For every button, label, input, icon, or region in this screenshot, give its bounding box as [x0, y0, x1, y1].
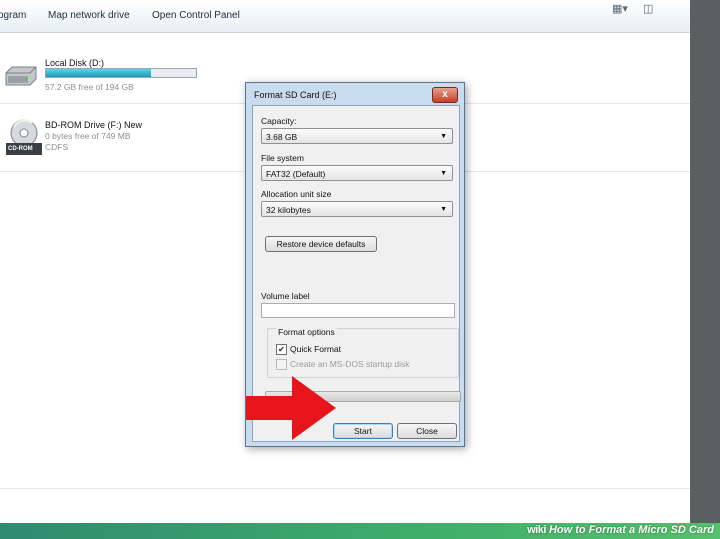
capacity-label: Capacity: [261, 116, 297, 126]
file-system-label: File system [261, 153, 304, 163]
toolbar-program-item[interactable]: ogram [0, 10, 26, 21]
banner-title: How to Format a Micro SD Card [548, 524, 714, 536]
drive-usage-bar [45, 68, 197, 78]
quick-format-checkbox[interactable]: ✔ [276, 344, 287, 355]
cdrom-icon-label: CD-ROM [8, 146, 33, 152]
restore-defaults-button[interactable]: Restore device defaults [265, 236, 377, 252]
capacity-value: 3.68 GB [266, 132, 298, 142]
banner-caption: wiki How to Format a Micro SD Card [527, 524, 714, 536]
chevron-down-icon: ▼ [440, 133, 447, 140]
hard-disk-icon [4, 65, 38, 92]
drive-local-disk-d[interactable]: Local Disk (D:) 57.2 GB free of 194 GB [0, 55, 230, 115]
drive-name: BD-ROM Drive (F:) New [45, 120, 142, 130]
drive-free-space: 57.2 GB free of 194 GB [45, 82, 134, 92]
map-network-drive-button[interactable]: Map network drive [48, 10, 130, 21]
dialog-title: Format SD Card (E:) [254, 90, 337, 100]
start-button[interactable]: Start [333, 423, 393, 439]
format-options-title: Format options [276, 327, 337, 337]
allocation-unit-value: 32 kilobytes [266, 205, 311, 215]
wikihow-banner: wiki How to Format a Micro SD Card [0, 523, 720, 539]
divider [0, 488, 690, 489]
banner-brand: wiki [527, 524, 546, 536]
command-bar: ogram Map network drive Open Control Pan… [0, 0, 690, 33]
allocation-unit-label: Allocation unit size [261, 189, 332, 199]
format-options-group: Format options ✔ Quick Format Create an … [267, 327, 459, 378]
capacity-select[interactable]: 3.68 GB ▼ [261, 128, 453, 144]
close-button[interactable]: Close [397, 423, 457, 439]
preview-pane-icon[interactable]: ◫ [643, 3, 653, 15]
file-system-select[interactable]: FAT32 (Default) ▼ [261, 165, 453, 181]
allocation-unit-select[interactable]: 32 kilobytes ▼ [261, 201, 453, 217]
drive-file-system: CDFS [45, 142, 69, 152]
volume-label-label: Volume label [261, 291, 310, 301]
drive-usage-fill [46, 69, 151, 77]
drive-bd-rom-f[interactable]: CD-ROM BD-ROM Drive (F:) New 0 bytes fre… [0, 115, 230, 175]
quick-format-label: Quick Format [290, 344, 342, 354]
msdos-startup-label: Create an MS-DOS startup disk [290, 359, 410, 369]
drive-name: Local Disk (D:) [45, 58, 105, 68]
msdos-startup-checkbox[interactable] [276, 359, 287, 370]
optical-disc-icon [4, 117, 44, 164]
chevron-down-icon: ▼ [440, 170, 447, 177]
file-system-value: FAT32 (Default) [266, 169, 326, 179]
open-control-panel-button[interactable]: Open Control Panel [152, 10, 240, 21]
check-icon: ✔ [278, 345, 285, 354]
close-icon: x [442, 89, 448, 100]
view-options-icon[interactable]: ▦▾ [612, 3, 628, 15]
dialog-close-x-button[interactable]: x [432, 87, 458, 103]
chevron-down-icon: ▼ [440, 206, 447, 213]
volume-label-input[interactable] [261, 303, 455, 318]
red-pointer-arrow-icon [246, 376, 338, 447]
drive-free-space: 0 bytes free of 749 MB [45, 131, 131, 141]
